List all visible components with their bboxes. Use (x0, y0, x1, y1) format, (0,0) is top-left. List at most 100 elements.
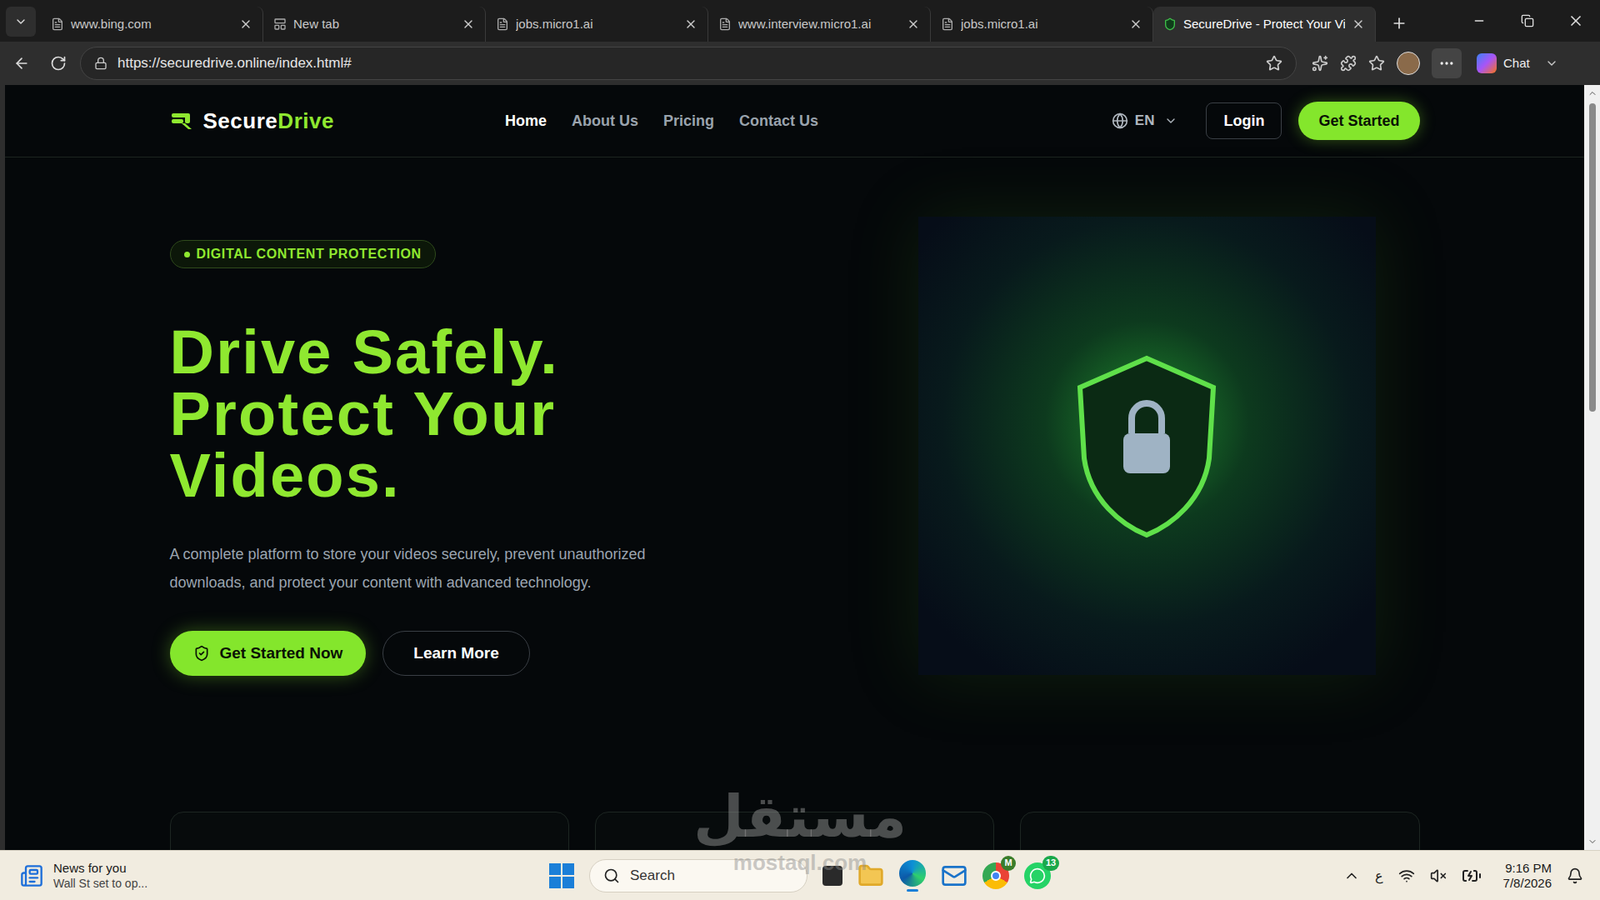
news-icon (20, 864, 44, 888)
refresh-icon (50, 55, 67, 72)
language-label: EN (1135, 110, 1155, 132)
get-started-button[interactable]: Get Started (1298, 101, 1420, 140)
scroll-down-icon[interactable] (1587, 836, 1598, 847)
nav-menu: Home About Us Pricing Contact Us (505, 110, 819, 133)
browser-tab[interactable]: New tab (263, 6, 486, 42)
whatsapp-glyph-icon (1029, 867, 1046, 885)
tray-overflow-icon[interactable] (1343, 867, 1360, 885)
refresh-button[interactable] (43, 48, 74, 79)
wifi-icon[interactable] (1398, 867, 1415, 885)
login-button[interactable]: Login (1205, 102, 1282, 140)
volume-muted-icon[interactable] (1430, 867, 1447, 885)
profile-avatar[interactable] (1396, 51, 1420, 75)
tab-actions-button[interactable] (5, 6, 36, 37)
arrow-left-icon (13, 55, 30, 72)
extension-icon[interactable] (1311, 55, 1329, 72)
scrollbar[interactable] (1584, 85, 1600, 850)
address-field[interactable]: https://securedrive.online/index.html# (80, 46, 1297, 80)
news-widget[interactable]: News for youWall St set to op... (0, 860, 550, 891)
system-tray: ع 9:16 PM7/8/2026 (1050, 860, 1600, 891)
scroll-thumb[interactable] (1589, 103, 1596, 412)
tab-label: New tab (293, 15, 455, 35)
watermark-latin: mostaql.com (733, 850, 867, 875)
hero-section: DIGITAL CONTENT PROTECTIONDrive Safely.P… (170, 157, 1420, 676)
plus-icon (1390, 15, 1408, 32)
search-label: Search (630, 865, 675, 887)
lock-icon (94, 56, 108, 70)
chat-label: Chat (1503, 54, 1530, 74)
chevron-down-icon[interactable] (1545, 56, 1559, 70)
chrome-badge: M (1000, 855, 1016, 871)
close-icon[interactable] (239, 17, 253, 31)
whatsapp-badge: 13 (1042, 855, 1060, 871)
whatsapp-icon[interactable]: 13 (1024, 862, 1051, 890)
logo-text-accent: Drive (277, 108, 335, 134)
ellipsis-icon (1438, 55, 1455, 72)
heading-line: Protect Your (170, 383, 804, 445)
close-icon[interactable] (1129, 17, 1143, 31)
nav-link[interactable]: Contact Us (739, 110, 819, 133)
file-explorer-icon[interactable] (857, 862, 885, 890)
logo-text-primary: Secure (203, 108, 279, 134)
close-window-button[interactable] (1551, 0, 1600, 42)
favorites-icon[interactable] (1368, 55, 1385, 72)
puzzle-icon[interactable] (1340, 55, 1357, 72)
shield-lock-icon (1063, 350, 1230, 542)
hero-buttons: Get Started Now Learn More (170, 630, 804, 676)
back-button[interactable] (6, 48, 37, 79)
hero-image (918, 216, 1376, 675)
browser-tab[interactable]: www.interview.micro1.ai (708, 6, 931, 42)
language-selector[interactable]: EN (1111, 110, 1179, 132)
newtab-icon (273, 17, 287, 31)
app-dark-icon[interactable] (822, 865, 843, 886)
minimize-button[interactable] (1455, 0, 1504, 42)
close-icon[interactable] (906, 17, 920, 31)
close-icon[interactable] (461, 17, 475, 31)
tab-strip: www.bing.com New tab jobs.micro1.aiwww.int… (0, 0, 1600, 42)
restore-button[interactable] (1503, 0, 1552, 42)
chat-button[interactable]: Chat (1473, 53, 1534, 74)
site-logo[interactable]: SecureDrive (170, 105, 335, 138)
browser-tab[interactable]: jobs.micro1.ai (485, 6, 709, 42)
clock-date: 7/8/2026 (1503, 875, 1552, 891)
toolbar: https://securedrive.online/index.html# Ch… (0, 41, 1600, 85)
description-line: downloads, and protect your content with… (170, 568, 804, 597)
nav-link[interactable]: Pricing (663, 110, 715, 133)
more-button[interactable] (1431, 48, 1462, 79)
close-icon[interactable] (1351, 17, 1365, 31)
learn-more-button[interactable]: Learn More (382, 630, 530, 676)
chevron-down-icon (14, 15, 28, 29)
star-icon[interactable] (1265, 55, 1283, 72)
chevron-down-icon (1164, 114, 1178, 128)
nav-link[interactable]: About Us (571, 110, 639, 133)
hero-description: A complete platform to store your videos… (170, 540, 804, 597)
browser-tab[interactable]: SecureDrive - Protect Your Vi (1153, 6, 1376, 42)
close-icon[interactable] (684, 17, 698, 31)
clock[interactable]: 9:16 PM7/8/2026 (1503, 860, 1552, 891)
chrome-icon[interactable]: M (982, 862, 1010, 890)
site-navbar: SecureDrive Home About Us Pricing Contact Us… (5, 85, 1585, 158)
taskbar: News for youWall St set to op...SearchM1… (0, 850, 1600, 900)
taskbar-apps: Search M 13 (549, 859, 1051, 893)
watermark: مستقلmostaql.com (693, 783, 907, 875)
browser-tab[interactable]: www.bing.com (40, 6, 264, 42)
new-tab-button[interactable] (1384, 8, 1415, 39)
window-controls (1455, 0, 1600, 42)
outlook-icon[interactable] (940, 862, 968, 890)
hero-badge: DIGITAL CONTENT PROTECTION (170, 240, 436, 269)
taskbar-search[interactable]: Search (589, 859, 808, 893)
start-button[interactable] (549, 863, 575, 889)
battery-icon[interactable] (1461, 865, 1482, 886)
get-started-now-button[interactable]: Get Started Now (170, 630, 367, 676)
description-line: A complete platform to store your videos… (170, 540, 804, 569)
browser-tab[interactable]: jobs.micro1.ai (930, 6, 1154, 42)
page-icon (940, 17, 955, 31)
feature-cards (170, 811, 1420, 850)
scroll-up-icon[interactable] (1587, 88, 1598, 99)
edge-icon[interactable] (899, 860, 926, 892)
news-title: News for you (53, 860, 148, 876)
watermark-arabic: مستقل (693, 783, 907, 850)
notification-icon[interactable] (1566, 867, 1584, 885)
nav-link[interactable]: Home (505, 110, 547, 133)
input-language[interactable]: ع (1375, 865, 1384, 886)
